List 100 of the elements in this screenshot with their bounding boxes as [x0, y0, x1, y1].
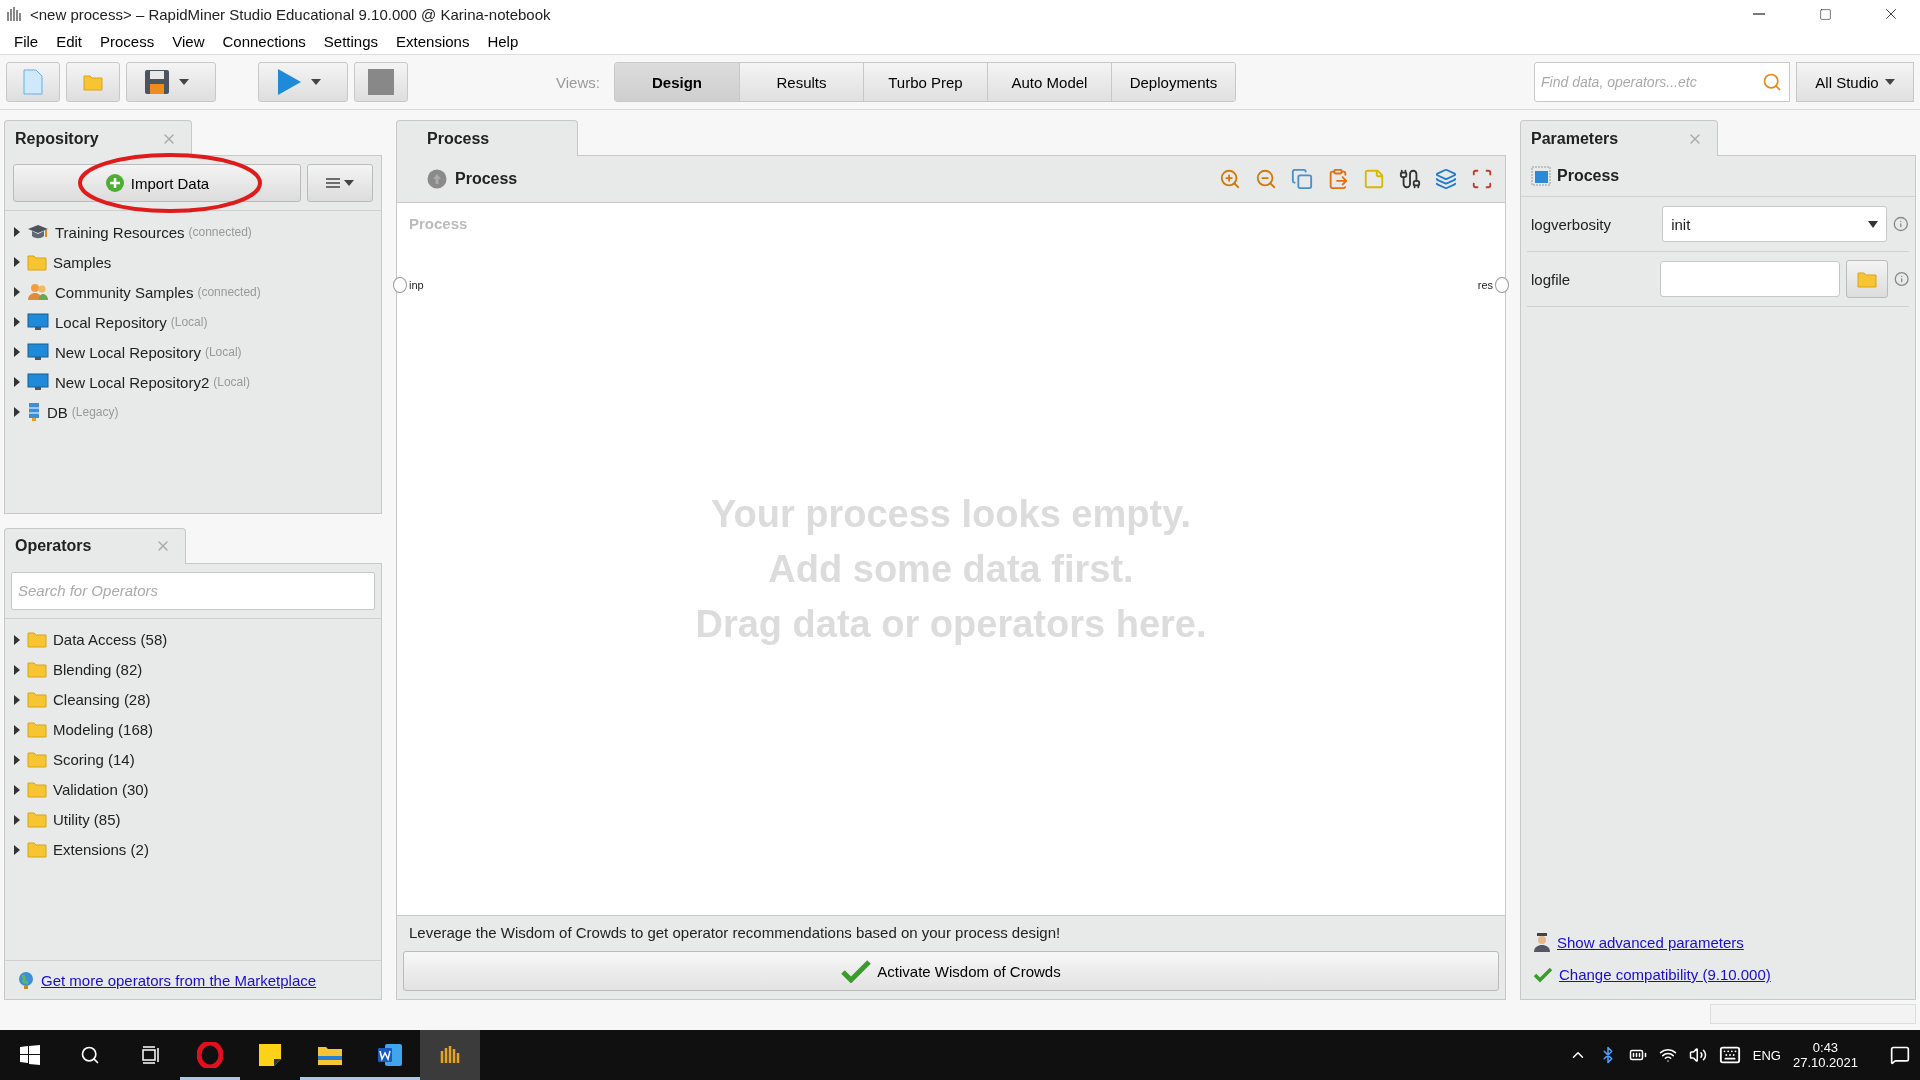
expand-arrow-icon[interactable] [13, 844, 21, 855]
port-label: res [1477, 279, 1493, 291]
menu-item[interactable]: Settings [315, 30, 387, 52]
repository-menu-button[interactable] [307, 164, 373, 202]
clock[interactable]: 0:43 27.10.2021 [1792, 1040, 1858, 1070]
search-field[interactable]: Search for Operators [11, 571, 375, 610]
expand-arrow-icon[interactable] [13, 377, 21, 387]
repository-status: (Local) [213, 375, 250, 389]
monitor-icon [27, 343, 49, 361]
caret-icon[interactable] [179, 79, 189, 85]
copy-icon[interactable] [1291, 168, 1313, 190]
parameter-name: logverbosity [1530, 215, 1613, 233]
zoom-in-icon[interactable] [1219, 168, 1241, 190]
menu-item[interactable]: Edit [48, 30, 91, 52]
user-icon [1533, 932, 1551, 952]
expand-arrow-icon[interactable] [13, 227, 21, 237]
operator-group[interactable]: Cleansing (28) [53, 691, 151, 709]
app-logo-icon [6, 5, 22, 23]
scope-dropdown[interactable]: All Studio [1796, 62, 1914, 102]
wifi-icon[interactable] [1658, 1046, 1677, 1064]
repository-item[interactable]: New Local Repository2 [55, 373, 210, 391]
fit-icon[interactable] [1471, 168, 1493, 190]
repository-item[interactable]: Training Resources [55, 223, 185, 241]
operator-group[interactable]: Data Access (58) [53, 631, 168, 649]
parameter-field[interactable] [1659, 261, 1840, 297]
repository-item[interactable]: Local Repository [55, 313, 167, 331]
repository-item[interactable]: Samples [53, 253, 112, 271]
expand-arrow-icon[interactable] [13, 407, 21, 417]
volume-icon[interactable] [1688, 1046, 1707, 1064]
port-icon[interactable] [1495, 277, 1509, 293]
activate-wisdom-button[interactable]: Activate Wisdom of Crowds [403, 951, 1499, 991]
breadcrumb[interactable]: Process [455, 170, 518, 188]
minimize-icon [1753, 13, 1765, 15]
expand-arrow-icon[interactable] [13, 694, 21, 705]
menu-item[interactable]: File [6, 30, 47, 52]
operator-group[interactable]: Utility (85) [53, 811, 121, 829]
import-data-button[interactable]: Import Data [13, 164, 301, 202]
menu-item[interactable]: Help [479, 30, 527, 52]
operator-group[interactable]: Scoring (14) [53, 751, 135, 769]
expand-arrow-icon[interactable] [13, 634, 21, 645]
parameter-link[interactable]: Change compatibility (9.10.000) [1559, 966, 1771, 983]
parameter-link[interactable]: Show advanced parameters [1557, 933, 1744, 951]
parameter-name: logfile [1530, 270, 1572, 288]
operator-group[interactable]: Modeling (168) [53, 721, 154, 739]
folder-icon [27, 661, 47, 679]
folder-icon [27, 841, 47, 859]
expand-arrow-icon[interactable] [13, 814, 21, 825]
stop-button[interactable] [354, 62, 408, 102]
monitor-icon [27, 373, 49, 391]
layers-icon[interactable] [1435, 168, 1457, 190]
operator-group[interactable]: Validation (30) [53, 781, 149, 799]
language-indicator[interactable]: ENG [1752, 1047, 1781, 1063]
play-icon [276, 68, 302, 96]
paste-icon[interactable] [1327, 168, 1349, 190]
menu-item[interactable]: Extensions [388, 30, 478, 52]
info-icon[interactable] [1893, 216, 1909, 232]
expand-arrow-icon[interactable] [13, 664, 21, 675]
zoom-out-icon[interactable] [1255, 168, 1277, 190]
sticky-note-icon [258, 1043, 282, 1067]
expand-arrow-icon[interactable] [13, 347, 21, 357]
repository-item[interactable]: DB [47, 403, 68, 421]
view-tab[interactable]: Design [614, 63, 739, 101]
view-tab[interactable]: Turbo Prep [862, 63, 987, 101]
expand-arrow-icon[interactable] [13, 317, 21, 327]
save-button[interactable] [126, 62, 216, 102]
view-tab[interactable]: Deployments [1110, 63, 1235, 101]
task-view-icon [140, 1045, 160, 1065]
expand-arrow-icon[interactable] [13, 724, 21, 735]
expand-arrow-icon[interactable] [13, 754, 21, 765]
search-icon[interactable] [1762, 72, 1782, 92]
menu-item[interactable]: Process [92, 30, 163, 52]
views-label: Views: [556, 73, 600, 91]
operator-group[interactable]: Extensions (2) [53, 841, 149, 859]
repository-status: (connected) [197, 285, 261, 299]
view-tab[interactable]: Auto Model [986, 63, 1111, 101]
folder-icon [27, 721, 47, 739]
marketplace-link[interactable]: Get more operators from the Marketplace [41, 971, 317, 989]
search-field[interactable]: Find data, operators...etc [1534, 62, 1790, 102]
view-tab[interactable]: Results [738, 63, 863, 101]
caret-icon[interactable] [311, 79, 321, 85]
expand-arrow-icon[interactable] [13, 287, 21, 297]
menu-item[interactable]: Connections [214, 30, 314, 52]
expand-arrow-icon[interactable] [13, 257, 21, 267]
expand-arrow-icon[interactable] [13, 784, 21, 795]
stop-icon [368, 69, 394, 95]
port-icon[interactable] [393, 277, 407, 293]
info-icon[interactable] [1893, 271, 1909, 287]
search-icon [80, 1045, 100, 1065]
repository-item[interactable]: Community Samples [55, 283, 194, 301]
menu-icon [326, 178, 340, 188]
parameter-dropdown[interactable]: init [1662, 206, 1888, 242]
cable-icon[interactable] [1399, 168, 1421, 190]
repository-item[interactable]: New Local Repository [55, 343, 201, 361]
menu-item[interactable]: View [164, 30, 213, 52]
restore-icon [1818, 7, 1832, 21]
operator-group[interactable]: Blending (82) [53, 661, 143, 679]
notification-icon[interactable] [1890, 1045, 1910, 1065]
w-document-icon [377, 1043, 403, 1067]
folder-icon [27, 691, 47, 709]
keyboard-icon[interactable] [1718, 1044, 1741, 1066]
